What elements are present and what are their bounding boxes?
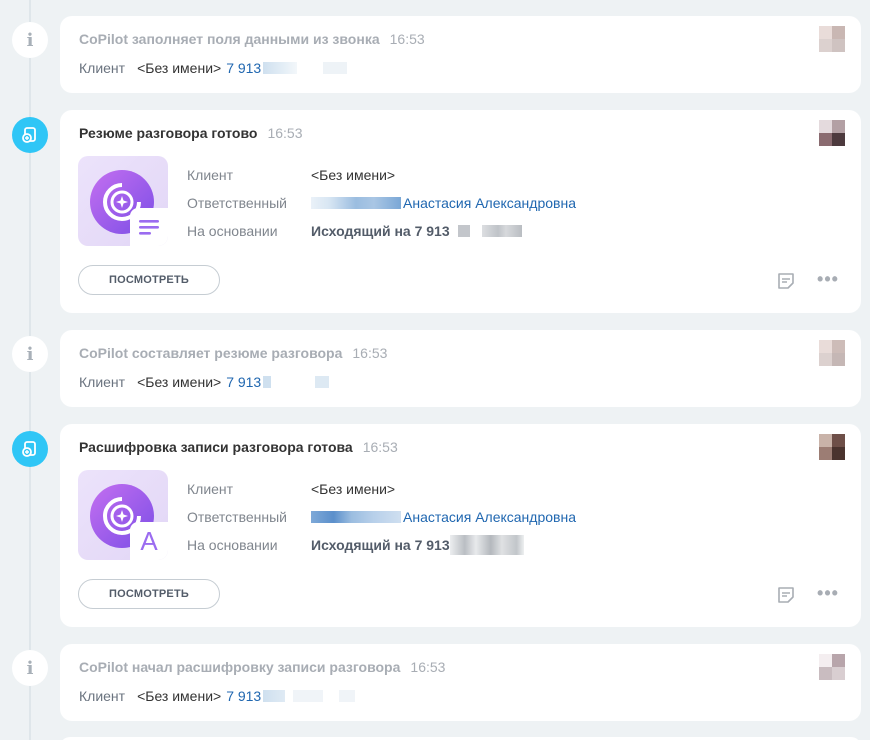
client-label: Клиент [79,688,126,704]
responsible-redacted [311,197,401,209]
event-title: CoPilot составляет резюме разговора [79,345,343,361]
client-name: <Без имени> [137,60,222,76]
event-title: Резюме разговора готово [79,125,258,141]
event-title: CoPilot заполняет поля данными из звонка [79,31,380,47]
event-time: 16:53 [362,439,398,455]
timeline-event-summary: Резюме разговора готово 16:53 Клиент <Бе… [60,110,861,313]
client-value: <Без имени> [311,167,396,183]
note-icon[interactable] [776,585,796,605]
basis-redacted [449,535,524,555]
view-transcript-button[interactable]: ПОСМОТРЕТЬ [78,579,220,609]
timeline-event-transcribing: CoPilot начал расшифровку записи разгово… [60,644,861,721]
event-title: Расшифровка записи разговора готова [79,439,353,455]
event-time: 16:53 [267,125,303,141]
info-icon: i [26,343,34,365]
phone-link[interactable]: 7 913 [226,60,261,76]
phone-redacted [315,376,330,388]
client-name: <Без имени> [137,374,222,390]
responsible-label: Ответственный [187,509,287,525]
basis-label: На основании [187,223,278,239]
client-value: <Без имени> [311,481,396,497]
document-marker [12,117,48,153]
avatar[interactable] [819,434,845,460]
info-icon: i [26,657,34,679]
timeline-event-autofill: CoPilot заполняет поля данными из звонка… [60,16,861,93]
event-title: CoPilot начал расшифровку записи разгово… [79,659,401,675]
document-icon [22,441,36,457]
responsible-label: Ответственный [187,195,287,211]
phone-link[interactable]: 7 913 [226,374,261,390]
info-icon: i [26,29,34,51]
phone-redacted [339,690,356,702]
responsible-link[interactable]: Анастасия Александровна [403,195,576,211]
basis-value[interactable]: Исходящий на 7 913 [311,223,450,239]
client-name: <Без имени> [137,688,222,704]
phone-redacted [263,376,272,388]
client-label: Клиент [79,60,126,76]
copilot-summary-icon [78,156,168,246]
phone-redacted [263,62,298,74]
event-time: 16:53 [389,31,425,47]
phone-link[interactable]: 7 913 [226,688,261,704]
responsible-link[interactable]: Анастасия Александровна [403,509,576,525]
responsible-redacted [311,511,401,523]
avatar[interactable] [819,120,845,146]
more-icon[interactable]: ••• [813,583,843,604]
copilot-transcript-icon: A [78,470,168,560]
phone-redacted [293,690,324,702]
summary-document-icon [130,208,168,246]
info-marker: i [12,22,48,58]
timeline-event-summarizing: CoPilot составляет резюме разговора 16:5… [60,330,861,407]
client-label: Клиент [187,481,234,497]
info-marker: i [12,650,48,686]
document-icon [22,127,36,143]
phone-redacted [263,690,286,702]
info-marker: i [12,336,48,372]
event-time: 16:53 [352,345,388,361]
basis-redacted [457,225,470,237]
more-icon[interactable]: ••• [813,269,843,290]
basis-redacted [481,225,522,237]
basis-label: На основании [187,537,278,553]
basis-value[interactable]: Исходящий на 7 913 [311,537,450,553]
timeline-event-transcript: Расшифровка записи разговора готова 16:5… [60,424,861,627]
avatar[interactable] [819,26,845,52]
avatar[interactable] [819,654,845,680]
avatar[interactable] [819,340,845,366]
transcript-letter-icon: A [130,522,168,560]
note-icon[interactable] [776,271,796,291]
document-marker [12,431,48,467]
client-label: Клиент [79,374,126,390]
client-label: Клиент [187,167,234,183]
phone-redacted [323,62,348,74]
view-summary-button[interactable]: ПОСМОТРЕТЬ [78,265,220,295]
event-time: 16:53 [410,659,446,675]
